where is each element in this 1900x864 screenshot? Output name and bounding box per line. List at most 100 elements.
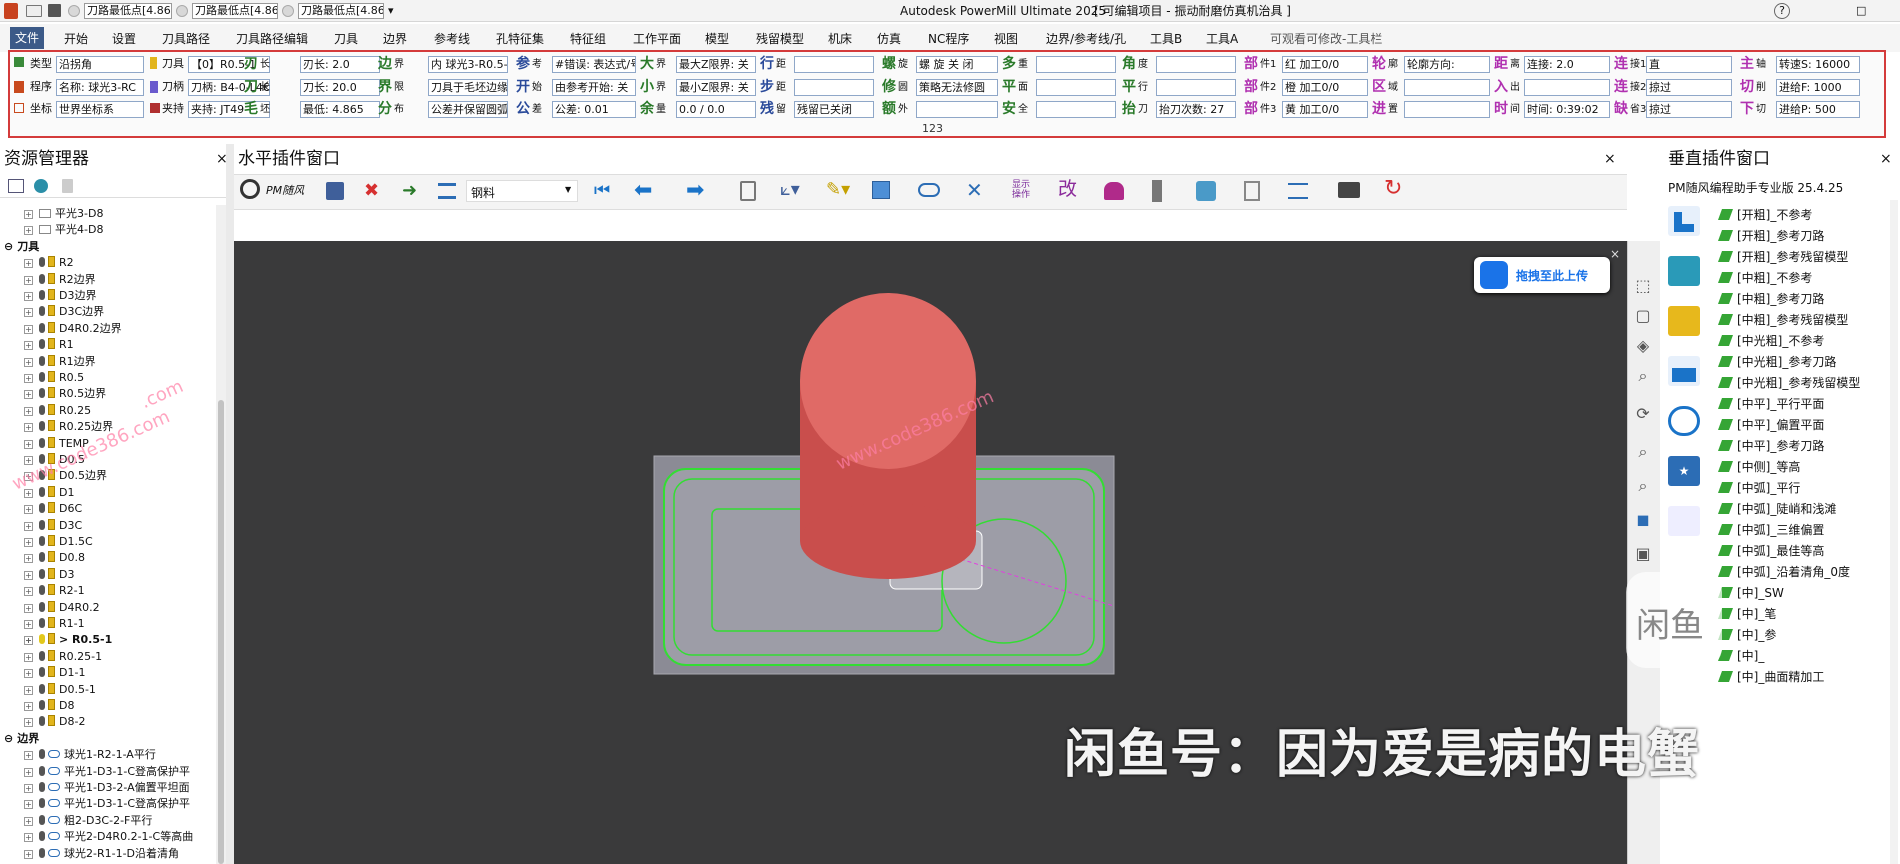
app-icon[interactable] (4, 3, 18, 19)
c13-row3-field[interactable]: 时间: 0:39:02 (1524, 101, 1610, 118)
bulb-icon[interactable] (39, 684, 45, 694)
strategy-item[interactable]: [中]_ (1717, 648, 1764, 665)
tree-item[interactable]: + 平光1-D3-2-A偏置平坦面 (24, 780, 190, 795)
tab-custom-toolbar[interactable]: 可观看可修改-工具栏 (1270, 30, 1382, 48)
calculator-icon[interactable] (740, 181, 756, 201)
strategy-item[interactable]: [中弧]_最佳等高 (1717, 543, 1824, 560)
c10-row1-field[interactable] (1156, 56, 1236, 73)
cube-icon[interactable] (872, 181, 890, 199)
expand-icon[interactable]: + (24, 800, 33, 809)
bulb-icon[interactable] (39, 388, 45, 398)
bulb-icon[interactable] (39, 552, 45, 562)
tree-item[interactable]: + 球光1-R2-1-A平行 (24, 747, 156, 762)
strategy-item[interactable]: [中弧]_平行 (1717, 480, 1800, 497)
bulb-icon[interactable] (39, 831, 45, 841)
explorer-scrollbar-thumb[interactable] (218, 400, 224, 864)
tree-item[interactable]: + D1-1 (24, 665, 85, 680)
bulb-icon[interactable] (39, 618, 45, 628)
c10-row3-field[interactable]: 抬刀次数: 27 (1156, 101, 1236, 118)
strategy-item[interactable]: [中光粗]_参考残留模型 (1717, 375, 1860, 392)
list-icon[interactable] (438, 183, 456, 199)
tree-item[interactable]: + R0.5 (24, 370, 84, 385)
refresh-icon[interactable]: ↻ (1384, 178, 1402, 200)
expand-icon[interactable]: + (24, 850, 33, 859)
expand-icon[interactable]: + (24, 653, 33, 662)
tree-item[interactable]: + D3 (24, 567, 74, 582)
expand-icon[interactable]: + (24, 587, 33, 596)
strategy-item[interactable]: [中粗]_参考残留模型 (1717, 312, 1848, 329)
coordinate-field[interactable]: 世界坐标系 (56, 101, 144, 118)
tree-item[interactable]: + D0.5-1 (24, 682, 96, 697)
expand-icon[interactable]: + (24, 751, 33, 760)
corner-icon[interactable] (1668, 206, 1700, 236)
bulb-icon[interactable] (39, 438, 45, 448)
tab-toolpath-edit[interactable]: 刀具路径编辑 (236, 30, 308, 48)
strategy-item[interactable]: [中]_曲面精加工 (1717, 669, 1824, 686)
c8-row1-field[interactable]: 螺 旋 关 闭 (916, 56, 998, 73)
user-lightning-icon[interactable] (1668, 506, 1700, 536)
c15-row3-field[interactable]: 进给P: 500 (1776, 101, 1860, 118)
bulb-icon[interactable] (39, 766, 45, 776)
strategy-item[interactable]: [开粗]_参考刀路 (1717, 228, 1824, 245)
viewport-close-icon[interactable]: × (1610, 247, 1620, 261)
bulb-icon[interactable] (39, 749, 45, 759)
c15-row1-field[interactable]: 转速S: 16000 (1776, 56, 1860, 73)
c9-row2-field[interactable] (1036, 79, 1116, 96)
shaded-icon[interactable]: ◼ (1627, 510, 1659, 536)
expand-icon[interactable]: + (24, 226, 33, 235)
tree-item[interactable]: + R1 (24, 337, 74, 352)
c6-row2-field[interactable]: 最小Z限界: 关 (676, 79, 756, 96)
strategy-item[interactable]: [中光粗]_参考刀路 (1717, 354, 1836, 371)
tree-item[interactable]: ⊖ 刀具 (4, 239, 39, 254)
zoom-box-icon[interactable]: ⌕ (1627, 476, 1659, 502)
strategy-item[interactable]: [中粗]_不参考 (1717, 270, 1812, 287)
tab-tool-b[interactable]: 工具B (1150, 30, 1182, 48)
c12-row1-field[interactable]: 轮廓方向: (1404, 56, 1490, 73)
strategy-item[interactable]: [中弧]_陡峭和浅滩 (1717, 501, 1836, 518)
strategy-item[interactable]: [中平]_平行平面 (1717, 396, 1824, 413)
spiral-icon[interactable] (1668, 406, 1700, 436)
c6-row1-field[interactable]: 最大Z限界: 关 (676, 56, 756, 73)
horizontal-plugin-close-icon[interactable]: × (1604, 147, 1616, 171)
open-folder-icon[interactable] (26, 5, 42, 17)
save-icon[interactable] (48, 4, 61, 17)
axis-icon[interactable]: ⟀▾ (780, 180, 800, 200)
expand-icon[interactable]: + (24, 276, 33, 285)
tab-reference-line[interactable]: 参考线 (434, 30, 470, 48)
bulb-icon[interactable] (39, 569, 45, 579)
restore-window-icon[interactable]: □ (1856, 3, 1866, 19)
bulb-icon[interactable] (39, 815, 45, 825)
c5-row2-field[interactable]: 由参考开始: 关 (552, 79, 636, 96)
star-icon[interactable]: ★ (1668, 456, 1700, 486)
expand-icon[interactable]: + (24, 554, 33, 563)
tree-item[interactable]: + 平光1-D3-1-C登高保护平 (24, 796, 190, 811)
c14-row1-field[interactable]: 直 (1646, 56, 1732, 73)
tab-file[interactable]: 文件 (10, 27, 44, 49)
strategy-item[interactable]: [中平]_参考刀路 (1717, 438, 1824, 455)
toolpath-lowpoint-box-2[interactable]: 刀路最低点[4.86 (192, 3, 278, 19)
bulb-icon[interactable] (39, 536, 45, 546)
modify-menu[interactable]: 改 (1058, 178, 1077, 200)
strategy-item[interactable]: [中]_笔 (1717, 606, 1776, 623)
tree-item[interactable]: + R1-1 (24, 616, 85, 631)
expand-icon[interactable]: + (24, 505, 33, 514)
boundary-shape-icon[interactable] (918, 183, 940, 197)
bulb-icon[interactable] (39, 520, 45, 530)
c10-row2-field[interactable] (1156, 79, 1236, 96)
tree-item[interactable]: + R1边界 (24, 354, 96, 369)
expand-icon[interactable]: + (24, 718, 33, 727)
view-3d-icon[interactable]: ◈ (1627, 336, 1659, 362)
clipboard-icon[interactable] (1244, 181, 1260, 201)
c5-row1-field[interactable]: #错误: 表达式/号 (552, 56, 636, 73)
expand-icon[interactable]: + (24, 702, 33, 711)
c3-row2-field[interactable]: 刀长: 20.0 (300, 79, 380, 96)
expand-icon[interactable]: + (24, 768, 33, 777)
expand-icon[interactable]: + (24, 259, 33, 268)
bulb-icon[interactable] (39, 798, 45, 808)
c9-row1-field[interactable] (1036, 56, 1116, 73)
c3-row1-field[interactable]: 刃长: 2.0 (300, 56, 380, 73)
expand-icon[interactable]: + (24, 308, 33, 317)
c7-row3-field[interactable]: 残留已关闭 (794, 101, 874, 118)
tree-item[interactable]: + D8-2 (24, 714, 85, 729)
bulb-icon[interactable] (39, 323, 45, 333)
